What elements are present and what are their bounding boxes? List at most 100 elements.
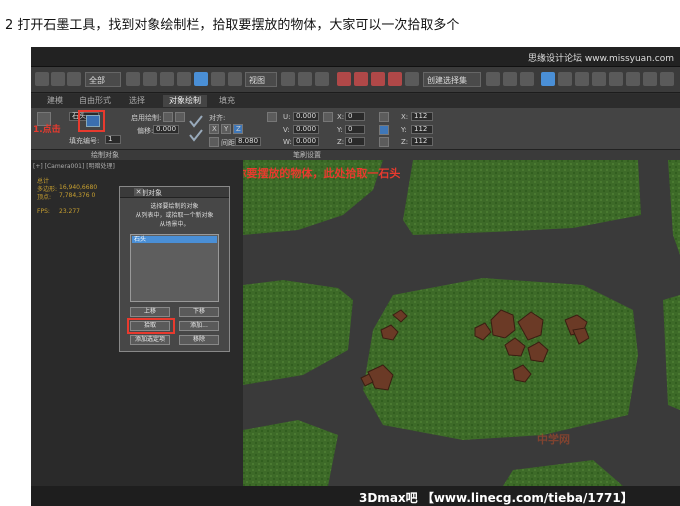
camera-viewport[interactable]: 2.点击拾取-拾取你要摆放的物体，此处拾取一石头	[243, 160, 680, 486]
tab-selection[interactable]: 选择	[123, 95, 151, 107]
dialog-title-bar: 绘制对象 ✕	[120, 187, 229, 198]
schematic-icon[interactable]	[575, 72, 589, 86]
render-more-icon[interactable]	[660, 72, 674, 86]
material-editor-icon[interactable]	[592, 72, 606, 86]
percent-snap-icon[interactable]	[371, 72, 385, 86]
angle-snap-icon[interactable]	[354, 72, 368, 86]
w-input[interactable]: 0.000	[293, 137, 319, 146]
axis-z-button[interactable]: Z	[233, 124, 243, 134]
list-item[interactable]: 石头	[132, 236, 217, 243]
bind-icon[interactable]	[67, 72, 81, 86]
edit-named-sets-icon[interactable]	[405, 72, 419, 86]
rot-y-input[interactable]: 0	[345, 125, 365, 134]
scale-y-label: Y:	[401, 126, 407, 134]
rotate-icon[interactable]	[211, 72, 225, 86]
v-input[interactable]: 0.000	[293, 125, 319, 134]
w-label: W:	[283, 138, 292, 146]
rot-x-input[interactable]: 0	[345, 112, 365, 121]
paint-objects-section-label: 绘制对象	[91, 151, 119, 159]
render-frame-icon[interactable]	[626, 72, 640, 86]
uniform-scale-icon[interactable]	[379, 125, 389, 135]
unlink-icon[interactable]	[51, 72, 65, 86]
rotate-brush-icon[interactable]	[323, 112, 333, 122]
rot-z-label: Z:	[337, 138, 345, 146]
selection-filter-dropdown[interactable]: 全部	[85, 72, 121, 87]
select-manipulate-icon[interactable]	[298, 72, 312, 86]
step1-annotation: 1.点击	[33, 125, 61, 135]
move-up-button[interactable]: 上移	[130, 307, 170, 317]
keyboard-shortcut-icon[interactable]	[315, 72, 329, 86]
scale-mode-icon[interactable]	[379, 112, 389, 122]
dialog-instruction-2: 从列表中，或拾取一个新对象	[135, 212, 214, 219]
fill-count-input[interactable]: 1	[105, 135, 121, 144]
scale-z-input[interactable]: 112	[411, 137, 433, 146]
add-button[interactable]: 添加...	[179, 321, 219, 331]
graphite-ribbon-icon[interactable]	[541, 72, 555, 86]
u-input[interactable]: 0.000	[293, 112, 319, 121]
layer-icon[interactable]	[520, 72, 534, 86]
spacing-toggle-icon[interactable]	[209, 137, 219, 147]
ribbon-footer: 绘制对象 笔刷设置	[31, 150, 680, 160]
tab-object-paint[interactable]: 对象绘制	[163, 95, 207, 107]
named-selection-set-dropdown[interactable]: 创建选择集	[423, 72, 481, 87]
axis-y-button[interactable]: Y	[221, 124, 231, 134]
scale-icon[interactable]	[228, 72, 242, 86]
verts-label: 顶点:	[37, 194, 52, 201]
rot-z-input[interactable]: 0	[345, 137, 365, 146]
caption: 2 打开石墨工具，找到对象绘制栏，拾取要摆放的物体，大家可以一次拾取多个	[5, 18, 460, 33]
footer-bar: 3Dmax吧 【www.linecg.com/tieba/1771】	[31, 486, 680, 506]
object-list[interactable]: 石头	[130, 234, 219, 302]
spacing-input[interactable]: 8.080	[235, 137, 261, 146]
title-bar: 思缘设计论坛 www.missyuan.com	[31, 47, 680, 67]
select-icon[interactable]	[126, 72, 140, 86]
spinner-snap-icon[interactable]	[388, 72, 402, 86]
top-watermark: 思缘设计论坛 www.missyuan.com	[528, 54, 674, 64]
rot-y-label: Y:	[337, 126, 343, 134]
object-paint-ribbon: 石头 填充编号: 1 启用绘制: 偏移: 0.000 对齐: X Y Z 间距:…	[31, 108, 680, 150]
scale-x-label: X:	[401, 113, 409, 121]
step1-highlight	[78, 110, 105, 132]
scale-x-input[interactable]: 112	[411, 112, 433, 121]
tab-populate[interactable]: 填充	[213, 95, 241, 107]
add-selected-button[interactable]: 添加选定项	[130, 335, 170, 345]
mirror-icon[interactable]	[486, 72, 500, 86]
viewport-label[interactable]: [+] [Camera001] [明暗处理]	[33, 161, 115, 170]
tab-modeling[interactable]: 建模	[41, 95, 69, 107]
close-icon[interactable]: ✕	[134, 188, 143, 196]
window-cross-icon[interactable]	[177, 72, 191, 86]
rot-x-label: X:	[337, 113, 345, 121]
reference-coord-dropdown[interactable]: 视图	[245, 72, 277, 87]
remove-button[interactable]: 移除	[179, 335, 219, 345]
curve-editor-icon[interactable]	[558, 72, 572, 86]
scale-z-icon[interactable]	[379, 137, 389, 147]
pivot-icon[interactable]	[281, 72, 295, 86]
enable-paint-icon[interactable]	[163, 112, 173, 122]
polys-value: 16,940,6680	[59, 184, 98, 191]
scene-render	[243, 160, 680, 486]
brush-settings-section-label: 笔刷设置	[293, 151, 321, 159]
pick-highlight	[127, 318, 175, 334]
offset-label: 偏移:	[137, 127, 154, 135]
axis-x-button[interactable]: X	[209, 124, 219, 134]
move-icon[interactable]	[194, 72, 208, 86]
render-icon[interactable]	[643, 72, 657, 86]
align-icon[interactable]	[503, 72, 517, 86]
select-by-name-icon[interactable]	[143, 72, 157, 86]
link-icon[interactable]	[35, 72, 49, 86]
v-label: V:	[283, 126, 290, 134]
ribbon-tabs: 建模 自由形式 选择 对象绘制 填充	[31, 94, 680, 108]
enable-paint-label: 启用绘制:	[131, 114, 162, 122]
offset-input[interactable]: 0.000	[153, 125, 179, 134]
render-setup-icon[interactable]	[609, 72, 623, 86]
fps-value: 23.277	[59, 208, 80, 215]
snap-toggle-icon[interactable]	[337, 72, 351, 86]
rect-select-icon[interactable]	[160, 72, 174, 86]
move-down-button[interactable]: 下移	[179, 307, 219, 317]
brush-size-icon[interactable]	[267, 112, 277, 122]
enable-paint-2-icon[interactable]	[175, 112, 185, 122]
scale-y-input[interactable]: 112	[411, 125, 433, 134]
fill-count-label: 填充编号:	[69, 137, 100, 145]
tab-freeform[interactable]: 自由形式	[73, 95, 117, 107]
dialog-instruction-3: 从场景中。	[159, 221, 190, 228]
step2-annotation: 2.点击拾取-拾取你要摆放的物体，此处拾取一石头	[243, 167, 401, 180]
